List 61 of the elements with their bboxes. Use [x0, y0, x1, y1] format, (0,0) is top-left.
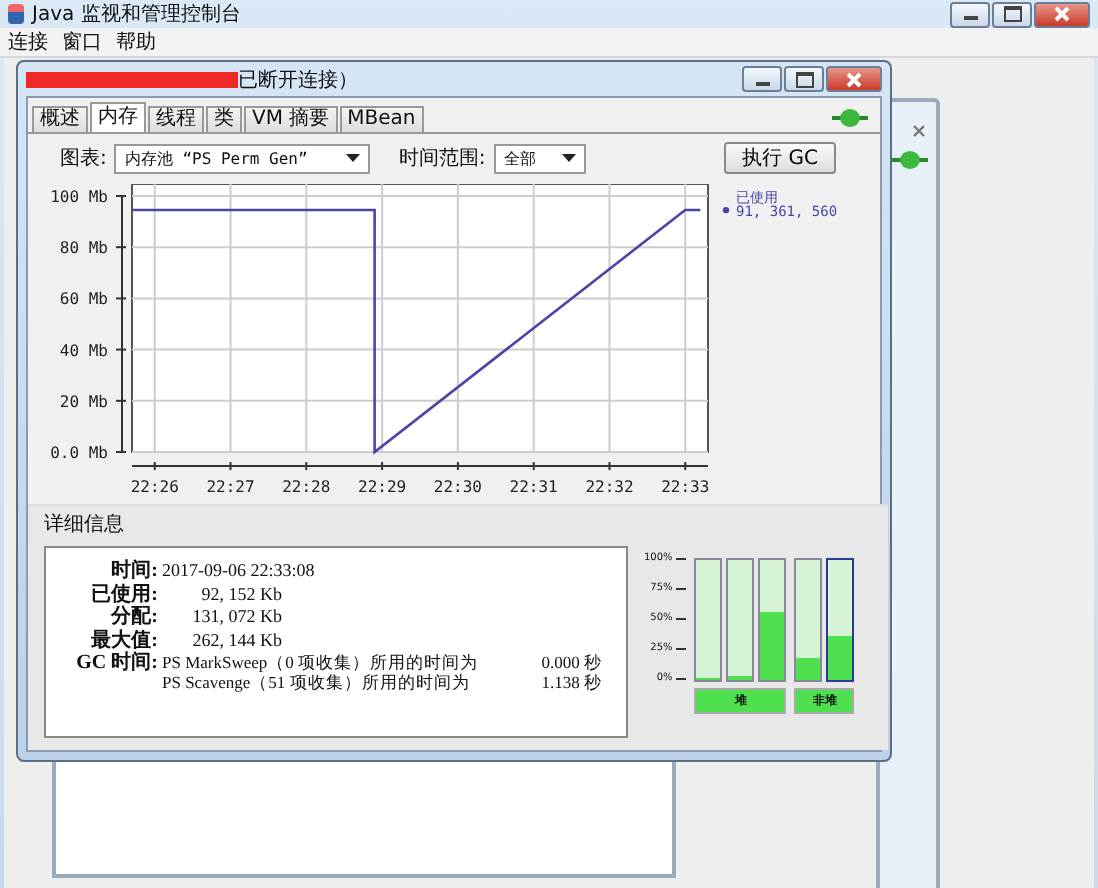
axis-label: 22:31: [509, 478, 558, 496]
minimize-button[interactable]: [950, 1, 990, 27]
dropdown[interactable]: 全部: [493, 143, 586, 173]
axis-label: 22:28: [282, 478, 331, 496]
close-icon: [844, 71, 864, 87]
menu-item[interactable]: 窗口: [62, 28, 102, 56]
maximize-button[interactable]: [784, 66, 824, 92]
connection-icon[interactable]: [892, 150, 928, 170]
app-icon: [8, 4, 24, 24]
tab[interactable]: 线程: [148, 106, 204, 132]
field-value: 262, 144 Kb: [190, 629, 282, 649]
field-value: PS MarkSweep（0 项收集）所用的时间为: [162, 652, 481, 674]
axis-label: 22:29: [358, 478, 407, 496]
tab[interactable]: 类: [206, 106, 242, 132]
gc-button[interactable]: 执行 GC: [724, 142, 836, 174]
menu-item[interactable]: 帮助: [116, 28, 156, 56]
close-button[interactable]: [910, 122, 928, 140]
field-label: 时间范围:: [398, 145, 486, 172]
section-heading: 详细信息: [44, 511, 126, 538]
field-label: GC 时间:: [74, 649, 158, 676]
axis-label: 80 Mb: [59, 239, 108, 258]
legend-marker: [722, 206, 730, 214]
axis-label: 22:27: [206, 478, 255, 496]
menu-item[interactable]: 连接: [8, 28, 48, 56]
axis-label: 22:30: [433, 478, 482, 496]
caret-icon: [346, 154, 361, 162]
memory-bar[interactable]: [826, 558, 855, 682]
field-value: PS Scavenge（51 项收集）所用的时间为: [162, 671, 472, 695]
axis-label: 40 Mb: [59, 341, 108, 360]
field-label: 图表:: [60, 145, 107, 172]
axis-label: 0.0 Mb: [50, 444, 108, 462]
axis-label: 60 Mb: [59, 290, 108, 309]
window-title: 已断开连接）: [238, 67, 358, 93]
dropdown[interactable]: 内存池 “PS Perm Gen”: [114, 143, 371, 173]
axis-label: 100 Mb: [50, 188, 108, 206]
field-value: 1.138 秒: [539, 671, 602, 695]
close-icon: [1052, 6, 1072, 22]
close-button[interactable]: [826, 66, 882, 92]
window-title: Java 监视和管理控制台: [32, 1, 241, 28]
field-label: 已使用:: [89, 581, 158, 605]
minimize-button[interactable]: [742, 66, 782, 92]
axis-label: 22:26: [130, 478, 179, 496]
caret-icon: [561, 154, 576, 162]
field-value: 92, 152 Kb: [199, 583, 282, 603]
tab[interactable]: 内存: [90, 102, 146, 132]
field-value: 2017-09-06 22:33:08: [162, 560, 315, 580]
field-value: 131, 072 Kb: [190, 606, 282, 626]
tab[interactable]: MBean: [339, 106, 424, 132]
tab[interactable]: VM 摘要: [244, 106, 338, 132]
field-label: 时间:: [109, 557, 158, 583]
tab[interactable]: 概述: [32, 106, 88, 132]
connection-icon[interactable]: [832, 108, 868, 128]
close-icon: [912, 124, 926, 138]
maximize-button[interactable]: [992, 1, 1032, 27]
axis-label: 20 Mb: [59, 392, 108, 411]
axis-label: 22:32: [585, 478, 634, 496]
field-label: 最大值:: [89, 627, 158, 651]
field-label: 分配:: [110, 603, 158, 629]
close-button[interactable]: [1034, 1, 1090, 27]
axis-label: 22:33: [661, 478, 710, 496]
field-value: 0.000 秒: [539, 652, 602, 674]
